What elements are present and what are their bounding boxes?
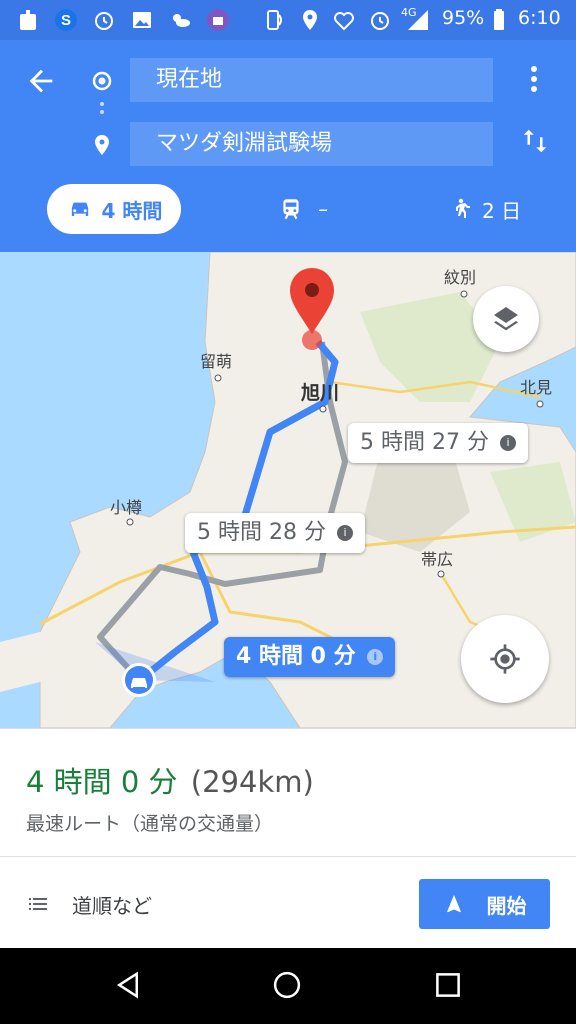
mode-tab-driving[interactable]: 4 時間 (47, 184, 181, 234)
origin-dot-icon (92, 71, 112, 91)
alarm-icon-2 (371, 12, 389, 30)
route-note: 最速ルート（通常の交通量） (26, 813, 274, 835)
start-car-glyph (131, 678, 147, 688)
app-s-icon: S (55, 9, 77, 31)
info-icon: i (499, 435, 516, 451)
clock: 6:10 (518, 7, 561, 29)
location-icon (303, 10, 317, 30)
place-label-kitami: 北見 (520, 378, 553, 397)
layers-button[interactable] (473, 286, 539, 352)
crosshair-icon (490, 644, 520, 674)
mode-tab-transit[interactable]: – (278, 184, 328, 234)
directions-header: 現在地 マツダ剣淵試験場 4 時間 – 2 日 (0, 40, 576, 252)
route-duration-alt-1: 5 時間 27 分 (360, 430, 489, 455)
route-callout-selected[interactable]: 4 時間 0 分 i (224, 637, 396, 677)
my-location-button[interactable] (461, 615, 549, 703)
svg-text:S: S (61, 12, 71, 29)
start-label: 開始 (486, 893, 527, 918)
system-nav-bar (0, 948, 576, 1024)
status-bar: S 4G 95% 6:10 (0, 0, 576, 40)
back-arrow-icon[interactable] (24, 64, 58, 98)
start-navigation-button[interactable]: 開始 (419, 879, 550, 929)
app-badge-icon (207, 9, 229, 31)
mode-driving-duration: 4 時間 (101, 198, 163, 223)
alarm-icon (95, 12, 113, 30)
nfc-phone-icon (267, 10, 282, 30)
destination-field[interactable]: マツダ剣淵試験場 (130, 122, 493, 166)
home-nav-icon[interactable] (272, 970, 302, 1000)
route-distance: (294km) (190, 765, 314, 799)
mode-walking-duration: 2 日 (482, 198, 522, 223)
route-connector-dots (100, 102, 104, 120)
info-icon: i (367, 649, 384, 665)
place-label-rumoi: 留萌 (200, 352, 233, 371)
destination-pin-icon (95, 135, 109, 155)
route-summary-line[interactable]: 4 時間 0 分 (294km) (26, 759, 314, 801)
swap-direction-icon[interactable] (520, 126, 550, 156)
recents-nav-icon[interactable] (433, 970, 463, 1000)
info-icon: i (336, 525, 353, 541)
battery-icon (494, 9, 504, 30)
mode-tab-walking[interactable]: 2 日 (448, 184, 521, 234)
place-label-otaru: 小樽 (110, 498, 143, 517)
map-view[interactable]: 紋別 留萌 旭川 北見 小樽 帯広 5 時間 27 分 i 5 時間 28 分 … (0, 252, 576, 728)
car-icon (71, 202, 88, 216)
route-duration-selected: 4 時間 0 分 (236, 644, 356, 669)
route-callout-alt-2[interactable]: 5 時間 28 分 i (185, 513, 365, 553)
destination-pin-hole (305, 283, 319, 297)
steps-button[interactable]: 道順など (26, 881, 152, 927)
route-duration: 4 時間 0 分 (26, 765, 178, 799)
place-label-asahikawa: 旭川 (301, 382, 340, 404)
place-label-monbetsu: 紋別 (444, 268, 477, 287)
back-nav-icon[interactable] (113, 970, 143, 1000)
weather-icon (173, 14, 190, 27)
place-label-obihiro: 帯広 (421, 550, 454, 569)
battery-percent: 95% (442, 7, 485, 29)
route-callout-alt-1[interactable]: 5 時間 27 分 i (348, 423, 528, 463)
image-icon (133, 12, 151, 28)
steps-label: 道順など (72, 893, 152, 918)
route-summary-panel: 4 時間 0 分 (294km) 最速ルート（通常の交通量） 道順など 開始 (0, 728, 576, 949)
origin-field[interactable]: 現在地 (130, 58, 493, 102)
route-duration-alt-2: 5 時間 28 分 (197, 520, 326, 545)
navigation-arrow-icon (446, 894, 461, 913)
health-heart-icon (334, 12, 354, 31)
mode-transit-duration: – (318, 197, 328, 221)
train-icon (283, 199, 299, 220)
walking-icon (456, 198, 470, 218)
divider (0, 856, 576, 857)
layers-icon (494, 307, 518, 331)
clipboard-icon (20, 10, 36, 30)
more-options-icon[interactable] (522, 64, 546, 94)
signal-icon (408, 10, 428, 30)
list-icon (29, 898, 47, 910)
